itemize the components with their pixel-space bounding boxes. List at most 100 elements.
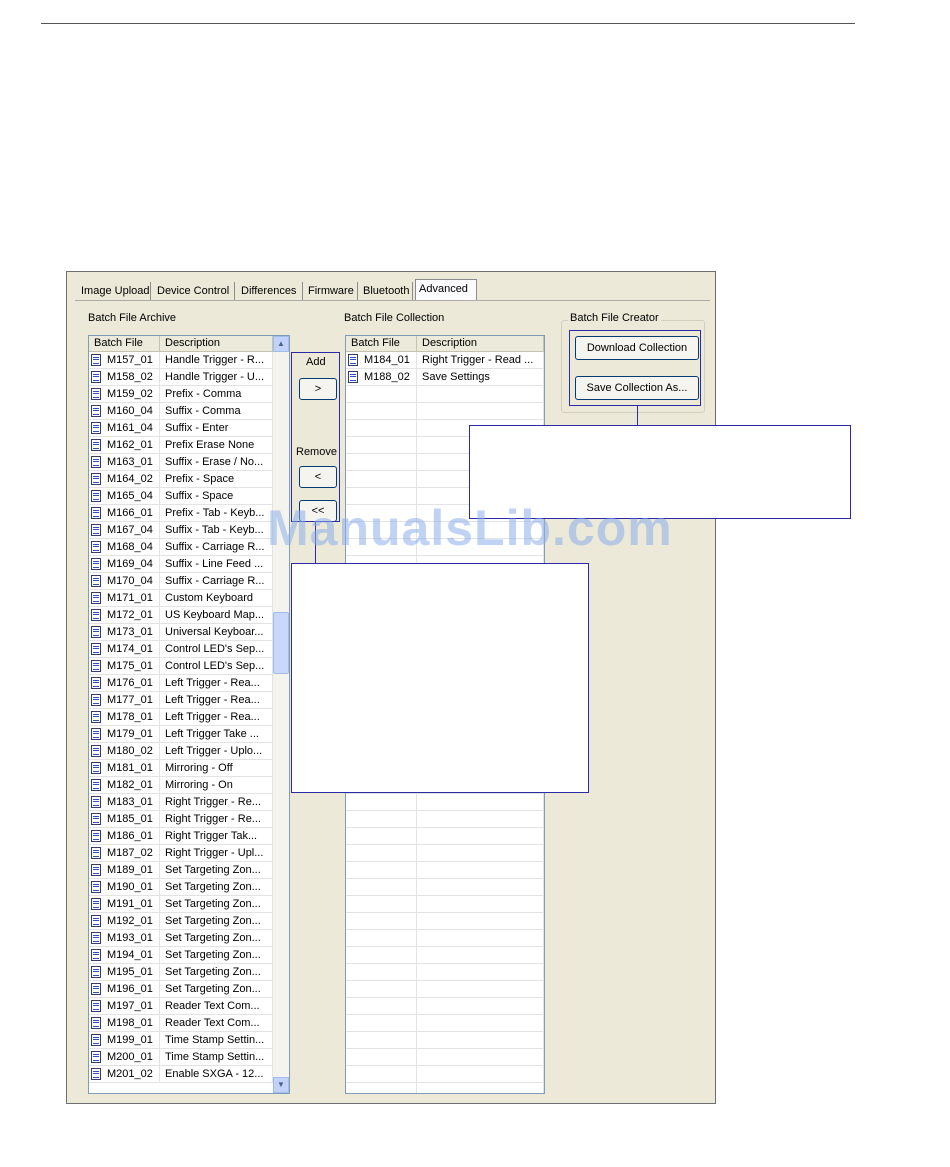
- empty-row: [346, 811, 544, 828]
- list-item[interactable]: M157_01 Handle Trigger - R...: [89, 352, 273, 369]
- tab-image-upload[interactable]: Image Upload: [79, 282, 151, 300]
- list-item[interactable]: M184_01 Right Trigger - Read ...: [346, 352, 544, 369]
- list-item[interactable]: M195_01 Set Targeting Zon...: [89, 964, 273, 981]
- batch-file-icon: [91, 898, 101, 910]
- batch-file-name: M159_02: [107, 388, 153, 400]
- list-item[interactable]: M187_02 Right Trigger - Upl...: [89, 845, 273, 862]
- description-cell: [417, 1049, 544, 1066]
- list-item[interactable]: M161_04 Suffix - Enter: [89, 420, 273, 437]
- batch-file-icon: [91, 949, 101, 961]
- batch-file-name: M184_01: [364, 354, 410, 366]
- description-cell: [417, 1015, 544, 1032]
- batch-file-icon: [91, 439, 101, 451]
- list-item[interactable]: M183_01 Right Trigger - Re...: [89, 794, 273, 811]
- list-item[interactable]: M173_01 Universal Keyboar...: [89, 624, 273, 641]
- batch-file-cell: M193_01: [89, 930, 160, 947]
- batch-file-name: M171_01: [107, 592, 153, 604]
- collection-header: Batch File Description: [346, 336, 544, 352]
- list-item[interactable]: M197_01 Reader Text Com...: [89, 998, 273, 1015]
- list-item[interactable]: M194_01 Set Targeting Zon...: [89, 947, 273, 964]
- empty-row: [346, 794, 544, 811]
- batch-file-icon: [91, 779, 101, 791]
- scroll-down-icon[interactable]: ▼: [273, 1077, 289, 1093]
- list-item[interactable]: M199_01 Time Stamp Settin...: [89, 1032, 273, 1049]
- description-cell: [417, 845, 544, 862]
- batch-file-cell: M199_01: [89, 1032, 160, 1049]
- batch-file-cell: [346, 896, 417, 913]
- list-item[interactable]: M188_02 Save Settings: [346, 369, 544, 386]
- list-item[interactable]: M169_04 Suffix - Line Feed ...: [89, 556, 273, 573]
- list-item[interactable]: M181_01 Mirroring - Off: [89, 760, 273, 777]
- batch-file-name: M165_04: [107, 490, 153, 502]
- archive-col-batch-file[interactable]: Batch File: [89, 336, 160, 351]
- batch-file-cell: [346, 1083, 417, 1093]
- description-cell: Handle Trigger - U...: [160, 369, 273, 386]
- list-item[interactable]: M190_01 Set Targeting Zon...: [89, 879, 273, 896]
- description-cell: Enable SXGA - 12...: [160, 1066, 273, 1083]
- list-item[interactable]: M158_02 Handle Trigger - U...: [89, 369, 273, 386]
- tab-bluetooth[interactable]: Bluetooth: [361, 282, 413, 300]
- list-item[interactable]: M189_01 Set Targeting Zon...: [89, 862, 273, 879]
- list-item[interactable]: M180_02 Left Trigger - Uplo...: [89, 743, 273, 760]
- description-cell: Time Stamp Settin...: [160, 1032, 273, 1049]
- list-item[interactable]: M159_02 Prefix - Comma: [89, 386, 273, 403]
- batch-file-cell: M185_01: [89, 811, 160, 828]
- list-item[interactable]: M196_01 Set Targeting Zon...: [89, 981, 273, 998]
- list-item[interactable]: M193_01 Set Targeting Zon...: [89, 930, 273, 947]
- scroll-thumb[interactable]: [273, 612, 289, 674]
- description-cell: [417, 828, 544, 845]
- scroll-up-icon[interactable]: ▲: [273, 336, 289, 352]
- list-item[interactable]: M177_01 Left Trigger - Rea...: [89, 692, 273, 709]
- list-item[interactable]: M175_01 Control LED's Sep...: [89, 658, 273, 675]
- batch-file-icon: [91, 626, 101, 638]
- list-item[interactable]: M200_01 Time Stamp Settin...: [89, 1049, 273, 1066]
- batch-file-cell: M186_01: [89, 828, 160, 845]
- list-item[interactable]: M182_01 Mirroring - On: [89, 777, 273, 794]
- list-item[interactable]: M179_01 Left Trigger Take ...: [89, 726, 273, 743]
- list-item[interactable]: M198_01 Reader Text Com...: [89, 1015, 273, 1032]
- list-item[interactable]: M165_04 Suffix - Space: [89, 488, 273, 505]
- list-item[interactable]: M186_01 Right Trigger Tak...: [89, 828, 273, 845]
- list-item[interactable]: M185_01 Right Trigger - Re...: [89, 811, 273, 828]
- batch-file-icon: [91, 507, 101, 519]
- tab-firmware[interactable]: Firmware: [306, 282, 358, 300]
- list-item[interactable]: M170_04 Suffix - Carriage R...: [89, 573, 273, 590]
- batch-file-cell: M197_01: [89, 998, 160, 1015]
- description-cell: Reader Text Com...: [160, 1015, 273, 1032]
- list-item[interactable]: M160_04 Suffix - Comma: [89, 403, 273, 420]
- batch-file-cell: [346, 947, 417, 964]
- tab-device-control[interactable]: Device Control: [155, 282, 235, 300]
- list-item[interactable]: M192_01 Set Targeting Zon...: [89, 913, 273, 930]
- list-item[interactable]: M201_02 Enable SXGA - 12...: [89, 1066, 273, 1083]
- batch-file-icon: [91, 745, 101, 757]
- list-item[interactable]: M174_01 Control LED's Sep...: [89, 641, 273, 658]
- batch-file-icon: [91, 694, 101, 706]
- list-item[interactable]: M167_04 Suffix - Tab - Keyb...: [89, 522, 273, 539]
- archive-scrollbar[interactable]: ▲ ▼: [273, 336, 289, 1093]
- list-item[interactable]: M163_01 Suffix - Erase / No...: [89, 454, 273, 471]
- tab-advanced[interactable]: Advanced: [415, 279, 477, 300]
- batch-file-icon: [91, 847, 101, 859]
- batch-file-icon: [91, 1034, 101, 1046]
- batch-file-name: M161_04: [107, 422, 153, 434]
- list-item[interactable]: M166_01 Prefix - Tab - Keyb...: [89, 505, 273, 522]
- collection-col-description[interactable]: Description: [417, 336, 544, 351]
- batch-file-cell: M160_04: [89, 403, 160, 420]
- archive-col-description[interactable]: Description: [160, 336, 273, 351]
- list-item[interactable]: M171_01 Custom Keyboard: [89, 590, 273, 607]
- list-item[interactable]: M172_01 US Keyboard Map...: [89, 607, 273, 624]
- list-item[interactable]: M162_01 Prefix Erase None: [89, 437, 273, 454]
- list-item[interactable]: M176_01 Left Trigger - Rea...: [89, 675, 273, 692]
- list-item[interactable]: M178_01 Left Trigger - Rea...: [89, 709, 273, 726]
- tab-differences[interactable]: Differences: [239, 282, 303, 300]
- batch-file-name: M167_04: [107, 524, 153, 536]
- list-item[interactable]: M164_02 Prefix - Space: [89, 471, 273, 488]
- archive-list[interactable]: Batch File Description M157_01 Handle Tri…: [88, 335, 290, 1094]
- list-item[interactable]: M191_01 Set Targeting Zon...: [89, 896, 273, 913]
- batch-file-name: M179_01: [107, 728, 153, 740]
- batch-file-cell: M157_01: [89, 352, 160, 369]
- collection-col-batch-file[interactable]: Batch File: [346, 336, 417, 351]
- batch-file-cell: M184_01: [346, 352, 417, 369]
- list-item[interactable]: M168_04 Suffix - Carriage R...: [89, 539, 273, 556]
- batch-file-cell: M189_01: [89, 862, 160, 879]
